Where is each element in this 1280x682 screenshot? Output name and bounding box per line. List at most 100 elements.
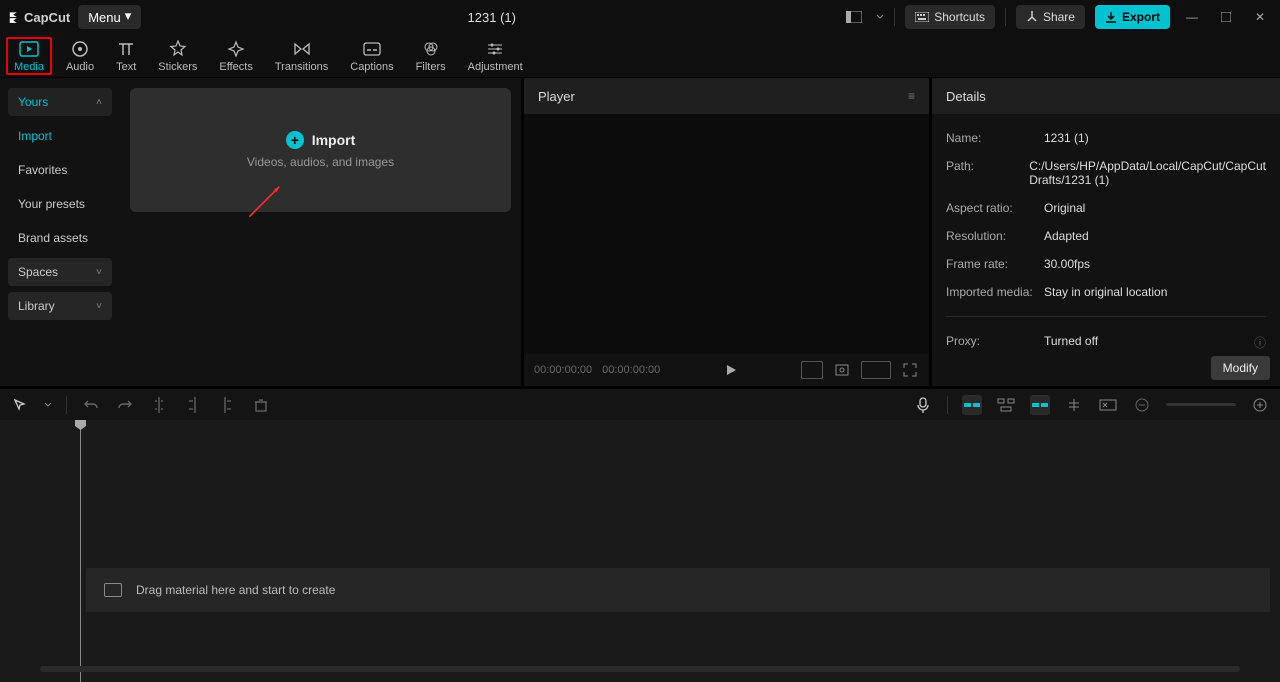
clip-icon [104,583,122,597]
split-icon[interactable] [149,395,169,415]
fullscreen-icon[interactable] [901,361,919,379]
modify-button[interactable]: Modify [1211,356,1270,380]
zoom-out-icon[interactable] [1132,395,1152,415]
timeline-toolbar [0,386,1280,420]
sidebar-item-label: Yours [18,95,48,109]
tab-audio[interactable]: Audio [58,37,102,75]
ratio-wide-button[interactable] [861,361,891,379]
tab-filters[interactable]: Filters [408,37,454,75]
window-maximize-icon[interactable] [1214,5,1238,29]
export-icon [1105,11,1117,23]
sidebar-item-presets[interactable]: Your presets [8,190,112,218]
player-panel: Player ≡ 00:00:00:00 00:00:00:00 [524,78,932,386]
window-minimize-icon[interactable]: — [1180,5,1204,29]
clear-preview-icon[interactable] [1098,395,1118,415]
drop-hint-text: Drag material here and start to create [136,583,335,597]
timeline-scrollbar[interactable] [40,666,1240,672]
divider [1005,8,1006,26]
divider [66,396,67,414]
layout-icon[interactable] [842,5,866,29]
ratio-adjust-icon[interactable] [833,361,851,379]
mic-icon[interactable] [913,395,933,415]
timeline[interactable]: Drag material here and start to create [0,420,1280,682]
tab-stickers[interactable]: Stickers [150,37,205,75]
tab-adjustment[interactable]: Adjustment [460,37,531,75]
tab-text[interactable]: Text [108,37,144,75]
timeline-dropzone[interactable]: Drag material here and start to create [86,568,1270,612]
tab-label: Text [116,61,136,73]
menu-button[interactable]: Menu ▾ [78,5,141,29]
delete-icon[interactable] [251,395,271,415]
sidebar-item-brand-assets[interactable]: Brand assets [8,224,112,252]
time-current: 00:00:00:00 [534,364,592,376]
import-title: Import [312,132,356,148]
undo-icon[interactable] [81,395,101,415]
sidebar-item-spaces[interactable]: Spaces ˅ [8,258,112,286]
share-button[interactable]: Share [1016,5,1085,29]
zoom-in-icon[interactable] [1250,395,1270,415]
cursor-tool-icon[interactable] [10,395,30,415]
sidebar-item-label: Import [18,129,52,143]
detail-label-imported: Imported media: [946,285,1044,299]
sidebar-item-import[interactable]: Import [8,122,112,150]
capcut-logo-icon [8,10,22,24]
sidebar-item-label: Spaces [18,265,58,279]
magnet-track-icon[interactable] [996,395,1016,415]
chevron-down-icon: ▾ [125,8,132,24]
chevron-up-icon: ˄ [96,97,102,108]
timeline-ruler[interactable] [0,420,1280,438]
split-left-icon[interactable] [183,395,203,415]
adjustment-icon [485,39,505,59]
ratio-original-button[interactable] [801,361,823,379]
tab-media[interactable]: Media [6,37,52,75]
chevron-down-icon[interactable] [44,401,52,409]
detail-label-name: Name: [946,131,1044,145]
play-button[interactable] [722,361,740,379]
detail-value-fps: 30.00fps [1044,257,1266,271]
shortcuts-label: Shortcuts [934,10,985,24]
tab-transitions[interactable]: Transitions [267,37,336,75]
detail-label-path: Path: [946,159,1029,187]
import-dropzone[interactable]: + Import Videos, audios, and images [130,88,511,212]
app-name: CapCut [24,10,70,25]
zoom-slider[interactable] [1166,403,1236,406]
details-header: Details [932,78,1280,114]
tab-effects[interactable]: Effects [211,37,260,75]
transitions-icon [292,39,312,59]
chevron-down-icon[interactable] [876,13,884,21]
split-right-icon[interactable] [217,395,237,415]
titlebar-right: Shortcuts Share Export — ✕ [842,5,1272,29]
app-logo: CapCut [8,10,70,25]
details-title: Details [946,89,986,104]
divider [894,8,895,26]
sidebar-item-library[interactable]: Library ˅ [8,292,112,320]
project-title: 1231 (1) [149,10,834,25]
redo-icon[interactable] [115,395,135,415]
preview-axis-icon[interactable] [1064,395,1084,415]
tab-captions[interactable]: Captions [342,37,401,75]
tab-label: Adjustment [468,61,523,73]
sidebar-item-yours[interactable]: Yours ˄ [8,88,112,116]
export-button[interactable]: Export [1095,5,1170,29]
help-icon[interactable]: ⓘ [1254,334,1266,351]
stickers-icon [168,39,188,59]
time-total: 00:00:00:00 [602,364,660,376]
divider [947,396,948,414]
sidebar-item-label: Your presets [18,197,85,211]
window-close-icon[interactable]: ✕ [1248,5,1272,29]
keyboard-icon [915,12,929,22]
playhead[interactable] [80,420,81,682]
details-panel: Details Name:1231 (1) Path:C:/Users/HP/A… [932,78,1280,386]
link-icon[interactable] [1030,395,1050,415]
detail-label-proxy: Proxy: [946,334,1044,351]
detail-value-proxy: Turned off ⓘ [1044,334,1266,351]
annotation-arrow-icon [246,180,286,220]
media-icon [19,39,39,59]
tab-label: Media [14,61,44,73]
sidebar-item-label: Library [18,299,55,313]
magnet-main-icon[interactable] [962,395,982,415]
shortcuts-button[interactable]: Shortcuts [905,5,995,29]
player-menu-icon[interactable]: ≡ [908,89,915,103]
sidebar-item-favorites[interactable]: Favorites [8,156,112,184]
chevron-down-icon: ˅ [96,267,102,278]
